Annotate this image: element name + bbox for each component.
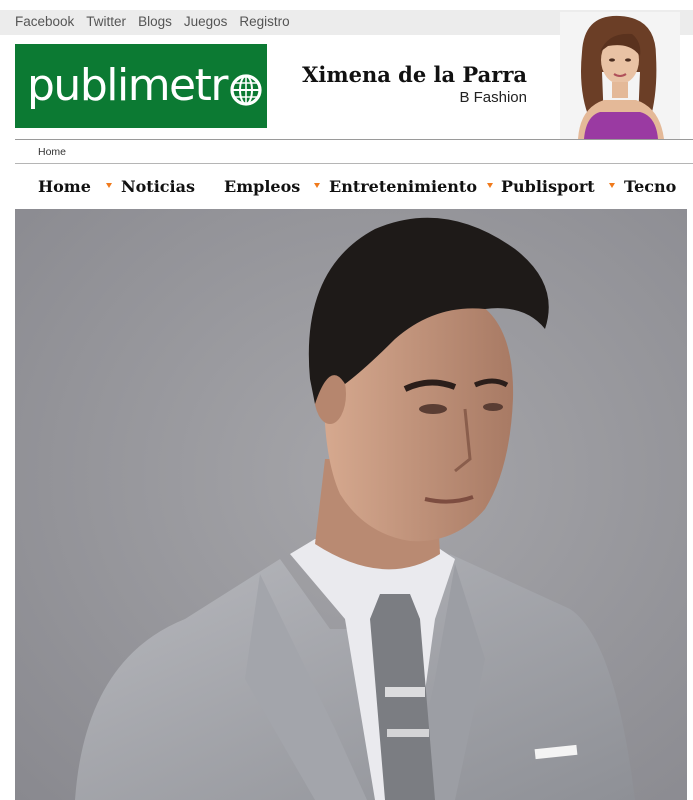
publimetro-logo[interactable]: publimetr xyxy=(15,44,267,128)
header-divider xyxy=(15,139,693,140)
author-name: Ximena de la Parra xyxy=(302,62,527,87)
breadcrumb-home[interactable]: Home xyxy=(38,146,66,158)
globe-icon xyxy=(230,74,262,106)
top-links: Facebook Twitter Blogs Juegos Registro xyxy=(15,14,290,29)
nav-separator xyxy=(314,183,320,188)
nav-empleos[interactable]: Empleos xyxy=(224,177,300,196)
nav-publisport[interactable]: Publisport xyxy=(501,177,595,196)
blog-name: B Fashion xyxy=(459,89,527,106)
main-nav: Home Noticias Empleos Entretenimiento Pu… xyxy=(15,164,693,208)
nav-entretenimiento[interactable]: Entretenimiento xyxy=(329,177,477,196)
nav-tecno[interactable]: Tecno xyxy=(624,177,676,196)
blogs-link[interactable]: Blogs xyxy=(138,14,172,29)
juegos-link[interactable]: Juegos xyxy=(184,14,228,29)
nav-separator xyxy=(487,183,493,188)
logo-text: publimetr xyxy=(27,60,228,111)
nav-separator xyxy=(609,183,615,188)
nav-noticias[interactable]: Noticias xyxy=(121,177,195,196)
author-header: Ximena de la Parra B Fashion xyxy=(302,62,527,106)
twitter-link[interactable]: Twitter xyxy=(86,14,126,29)
facebook-link[interactable]: Facebook xyxy=(15,14,74,29)
author-portrait xyxy=(560,12,680,139)
nav-separator xyxy=(106,183,112,188)
nav-home[interactable]: Home xyxy=(38,177,91,196)
registro-link[interactable]: Registro xyxy=(239,14,289,29)
hero-photo[interactable] xyxy=(15,209,687,800)
